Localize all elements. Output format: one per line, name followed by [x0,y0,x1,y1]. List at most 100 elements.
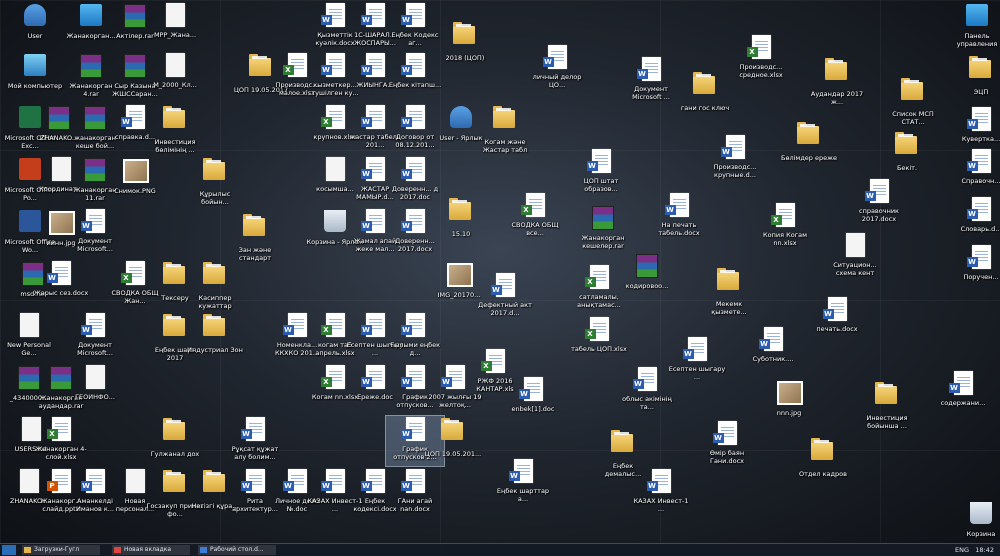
desktop-icon-label: ГАни агай nan.docx [397,497,433,513]
desktop-icon-label: Документ Microsoft... [77,341,113,357]
desktop-icon[interactable]: W Справочн... [952,148,1000,198]
desktop-icon[interactable]: W Словарь.d... [952,196,1000,246]
desktop-icon[interactable]: User [6,2,64,52]
folder-icon [693,72,717,102]
language-indicator[interactable]: ENG [955,546,969,554]
desktop-icon[interactable]: Когам және Жастар табл [476,104,534,154]
desktop-icon-label: enbek[1].doc [511,405,555,413]
desktop-icon[interactable]: W Документ Microsoft... [66,208,124,258]
desktop-icon[interactable]: Ситуацион... схема кент [826,232,884,282]
desktop-icon[interactable]: Инвестиция бөлімінің ... [146,104,204,154]
word-document-icon: W [360,157,387,183]
desktop-icon[interactable]: W Документ Microsoft ... [622,56,680,106]
desktop-icon[interactable]: ГЕОИНФО... [66,364,124,414]
desktop-icon[interactable]: Панель управления [948,2,1000,52]
desktop-icon-label: Жанакорган кешелер.rar [581,234,625,250]
desktop-icon[interactable]: Аудандар 2017 ж... [808,56,866,106]
desktop-icon-label: Жанакорган 4-слой.xlsx [35,445,87,461]
desktop-icon-label: MPP_Жана... [153,31,197,39]
desktop-icon[interactable]: Бекіт. [878,130,936,180]
desktop-icon[interactable]: ЭЦП [952,54,1000,104]
desktop-icon[interactable]: W Өмір баян Гани.docx [698,420,756,470]
file-icon [843,233,867,259]
desktop-icon-label: ЭЦП [973,88,989,96]
desktop-icon[interactable]: X Жанакорган 4-слой.xlsx [32,416,90,466]
desktop-icon[interactable]: W Дефектный акт 2017.d... [476,272,534,322]
desktop-icon[interactable]: Wсправочник 2017.docx [850,178,908,228]
desktop-icon[interactable]: Жанакорган кешелер.rar [574,204,632,254]
desktop-icon[interactable]: W Ғылыми еңбек д... [386,312,444,362]
start-button[interactable] [2,545,16,555]
desktop-icon[interactable]: W Есептен шыгару ... [668,336,726,386]
taskbar-button[interactable]: Загрузки-Гугл [22,545,100,555]
word-document-icon: W [400,313,427,339]
desktop-icon-label: Бекіт. [896,164,918,172]
taskbar-button[interactable]: Новая вкладка [112,545,190,555]
desktop-icon[interactable]: W КАЗАХ Инвест-1 ... [632,468,690,518]
desktop-icon-label: личный делор ЦО... [532,73,582,89]
desktop-icon[interactable]: 2018 (ЦОП) [436,20,494,70]
desktop-icon[interactable]: Отдел кадров [794,436,852,486]
desktop-icon[interactable]: Мекемк қызмете... [700,266,758,316]
folder-icon [493,106,517,136]
desktop-icon[interactable]: New Personal Ge... [0,312,58,362]
desktop-icon[interactable]: кодировоо... [618,252,676,302]
taskbar-button[interactable]: Рабочий стол.d... [198,545,276,555]
desktop-icon[interactable]: Құрылыс бойын... [186,156,244,206]
desktop-icon[interactable]: Wличный делор ЦО... [528,44,586,94]
desktop-icon-label: Когам және Жастар табл [482,138,528,154]
desktop-icon[interactable]: X Производс... средное.xlsx [732,34,790,84]
desktop-icon[interactable]: Инвестиция бойынша ... [858,380,916,430]
desktop-icon[interactable]: Бөлімдер ереже [780,120,838,170]
desktop-icon-label: Инвестиция бойынша ... [866,414,908,430]
desktop-icon[interactable]: W На печать табель.docx [650,192,708,242]
desktop-icon[interactable]: nnn.jpg [760,378,818,428]
desktop-icon[interactable]: 15.10 [432,196,490,246]
desktop-icon[interactable]: Wсодержани... [934,370,992,420]
word-document-icon: W [120,105,147,131]
folder-icon [453,22,477,52]
desktop-icon[interactable]: Снимок.PNG [106,156,164,206]
desktop-icon[interactable]: Мой компьютер [6,52,64,102]
desktop-icon[interactable]: Касиппер кужаттар [186,260,244,310]
desktop-icon-label: User [27,32,43,40]
desktop-icon[interactable]: Список МСП СТАТ... [884,76,942,126]
desktop-icon[interactable]: W Рұқсат құжат алу болим... [226,416,284,466]
desktop-icon[interactable]: Wenbek[1].doc [504,376,562,426]
app-icon [24,547,31,553]
desktop-icon[interactable]: W Документ Microsoft... [66,312,124,362]
desktop-icon[interactable]: Xтабель ЦОП.xlsx [570,316,628,366]
desktop-icon-label: ГЕОИНФО... [75,393,115,401]
clock[interactable]: 18:42 [975,546,994,554]
desktop-icon-label: New Personal Ge... [7,341,51,357]
word-document-icon: W [240,417,267,443]
desktop-icon-label: Документ Microsoft... [77,237,113,253]
desktop-icon[interactable]: Индустриал Зон [186,312,244,362]
desktop-icon[interactable]: X Копия Когам nn.xlsx [756,202,814,252]
desktop-icon[interactable]: W ГАни агай nan.docx [386,468,444,518]
desktop-icon[interactable]: W Жарыс сез.docx [32,260,90,310]
desktop-icon[interactable]: X СВОДКА ОБЩ все... [506,192,564,242]
desktop-icon[interactable]: гани гос ключ [676,70,734,120]
desktop-icon-label: Суботник.... [752,355,794,363]
word-document-icon: W [400,365,427,391]
desktop-icon-label: Панель управления [956,32,998,48]
desktop-icon[interactable]: W Суботник.... [744,326,802,376]
desktop-icon[interactable]: Гулжанал дох [146,416,204,466]
desktop-icon[interactable]: W Поручен... [952,244,1000,294]
desktop-icon-label: Инвестиция бөлімінің ... [154,138,196,154]
desktop-icon[interactable]: W Еңбек шарттар а... [494,458,552,508]
word-document-icon: W [440,365,467,391]
desktop-icon[interactable]: Зан және стандарт [226,212,284,262]
folder-icon [797,122,821,152]
desktop-icon[interactable]: W ЦОП штат образов... [572,148,630,198]
desktop-icon[interactable]: W Производс... крупные.d... [706,134,764,184]
desktop-icon-label: Отдел кадров [799,470,847,478]
desktop-icon[interactable]: ЦОП 19.05.201... [424,416,482,466]
desktop-icon[interactable]: Wпечать.docx [808,296,866,346]
folder-icon [163,314,187,344]
desktop-icon-label: Ситуацион... схема кент [833,261,877,277]
desktop-icon[interactable]: MPP_Жана... [146,2,204,52]
desktop-icon[interactable]: M_2000_Кл... [146,52,204,102]
desktop-icon-label: Зан және стандарт [238,246,272,262]
